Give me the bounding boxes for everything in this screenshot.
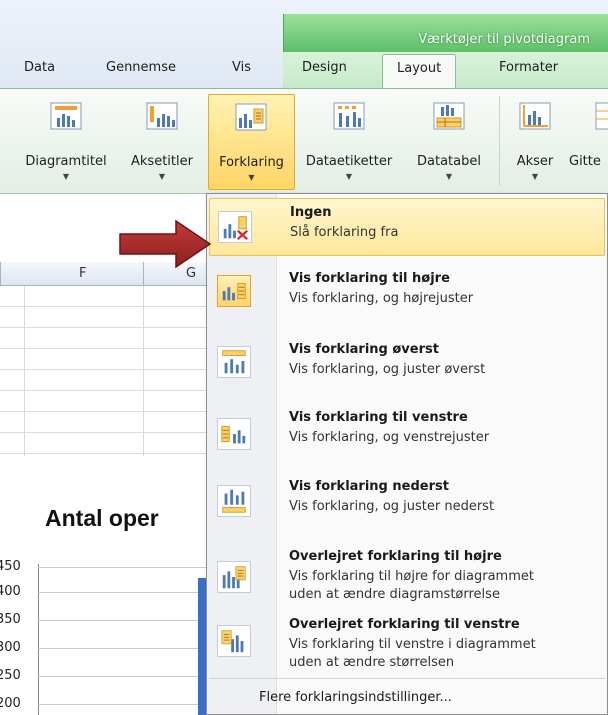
y-tick-label: 300 [0,640,21,655]
ribbon-group-separator [499,96,500,186]
y-tick-label: 250 [0,668,21,683]
chart-gridline [38,648,210,649]
more-legend-options-item[interactable]: Flere forklaringsindstillinger... [259,690,452,705]
data-labels-button[interactable]: Dataetiketter ▼ [297,94,401,190]
data-table-label: Datatabel [417,154,481,169]
menu-item-title: Vis forklaring nederst [289,479,449,494]
axis-titles-label: Aksetitler [131,154,193,169]
chart-y-axis [38,564,39,715]
tab-gennemse[interactable]: Gennemse [106,60,176,75]
axis-titles-icon [146,102,178,130]
gridlines-button[interactable]: Gitte [567,94,608,190]
menu-item-overlay-legend-left[interactable]: Overlejret forklaring til venstre Vis fo… [209,615,605,677]
menu-item-none[interactable]: Ingen Slå forklaring fra [209,198,605,256]
menu-item-title: Overlejret forklaring til højre [289,549,502,564]
legend-icon [235,103,267,131]
chevron-down-icon: ▼ [445,172,453,181]
menu-item-description: Vis forklaring, og juster øverst [289,362,486,377]
grid-line [143,286,144,456]
chart-title: Antal oper [45,505,159,531]
menu-item-description: Vis forklaring, og højrejuster [289,291,474,306]
grid-line [0,432,210,433]
menu-item-description: Vis forklaring til venstre i diagrammet … [289,637,536,670]
column-header-f[interactable]: F [79,266,86,281]
axes-icon [519,102,551,130]
menu-item-description: Vis forklaring, og juster nederst [289,499,495,514]
grid-line [0,327,210,328]
chart-gridline [38,567,210,568]
chevron-down-icon: ▼ [62,172,70,181]
menu-item-description: Vis forklaring til højre for diagrammet … [289,569,534,602]
menu-item-title: Vis forklaring øverst [289,342,439,357]
tab-data[interactable]: Data [24,60,55,75]
column-divider [0,262,1,286]
data-labels-icon [333,102,365,130]
chart-title-button[interactable]: Diagramtitel ▼ [18,94,114,190]
menu-item-overlay-legend-right[interactable]: Overlejret forklaring til højre Vis fork… [209,545,605,613]
menu-separator [209,678,605,679]
chevron-down-icon: ▼ [248,173,255,182]
menu-item-legend-bottom[interactable]: Vis forklaring nederst Vis forklaring, o… [209,473,605,533]
menu-item-description: Slå forklaring fra [290,225,399,240]
chevron-down-icon: ▼ [531,172,539,181]
chart-gridline [38,592,210,593]
chart-gridline [38,620,210,621]
tab-vis[interactable]: Vis [232,60,251,75]
menu-item-title: Vis forklaring til venstre [289,410,468,425]
menu-item-title: Overlejret forklaring til venstre [289,617,520,632]
chevron-down-icon: ▼ [158,172,166,181]
menu-item-title: Ingen [290,205,332,220]
legend-label: Forklaring [219,155,284,170]
legend-none-icon [218,211,252,243]
legend-top-icon [217,346,251,378]
menu-item-legend-right[interactable]: Vis forklaring til højre Vis forklaring,… [209,265,605,325]
grid-line [0,453,210,454]
axes-button[interactable]: Akser ▼ [507,94,563,190]
y-tick-label: 200 [0,696,21,711]
tab-formater[interactable]: Formater [499,60,558,75]
tab-design[interactable]: Design [302,60,347,75]
chart-gridline [38,676,210,677]
chart-title-icon [50,102,82,130]
y-tick-label: 350 [0,612,21,627]
grid-line [0,369,210,370]
legend-button[interactable]: Forklaring ▼ [208,94,295,190]
axis-titles-button[interactable]: Aksetitler ▼ [116,94,208,190]
grid-line [0,306,210,307]
grid-line [24,286,25,456]
chevron-down-icon: ▼ [345,172,353,181]
chart-title-label: Diagramtitel [25,154,107,169]
data-table-button[interactable]: Datatabel ▼ [403,94,495,190]
overlay-legend-right-icon [217,561,251,593]
legend-right-icon [217,275,251,307]
data-labels-label: Dataetiketter [305,154,393,169]
overlay-legend-left-icon [217,625,251,657]
legend-dropdown-menu: Ingen Slå forklaring fra Vis forklaring … [206,193,608,715]
legend-bottom-icon [217,485,251,517]
menu-item-legend-top[interactable]: Vis forklaring øverst Vis forklaring, og… [209,336,605,396]
red-arrow-icon [119,219,212,269]
y-tick-label: 450 [0,559,21,574]
contextual-tab-title: Værktøjer til pivotdiagram [418,32,590,47]
y-tick-label: 400 [0,584,21,599]
grid-line [0,390,210,391]
gridlines-icon [595,102,608,130]
gridlines-label: Gitte [569,154,601,169]
grid-line [0,411,210,412]
menu-item-title: Vis forklaring til højre [289,271,450,286]
menu-item-legend-left[interactable]: Vis forklaring til venstre Vis forklarin… [209,404,605,464]
data-table-icon [433,102,465,130]
grid-line [0,348,210,349]
legend-left-icon [217,418,251,450]
chart-gridline [38,704,210,705]
menu-item-description: Vis forklaring, og venstrejuster [289,430,490,445]
tab-layout[interactable]: Layout [382,54,457,90]
axes-label: Akser [516,154,554,169]
contextual-tab-header: Værktøjer til pivotdiagram [283,14,608,52]
